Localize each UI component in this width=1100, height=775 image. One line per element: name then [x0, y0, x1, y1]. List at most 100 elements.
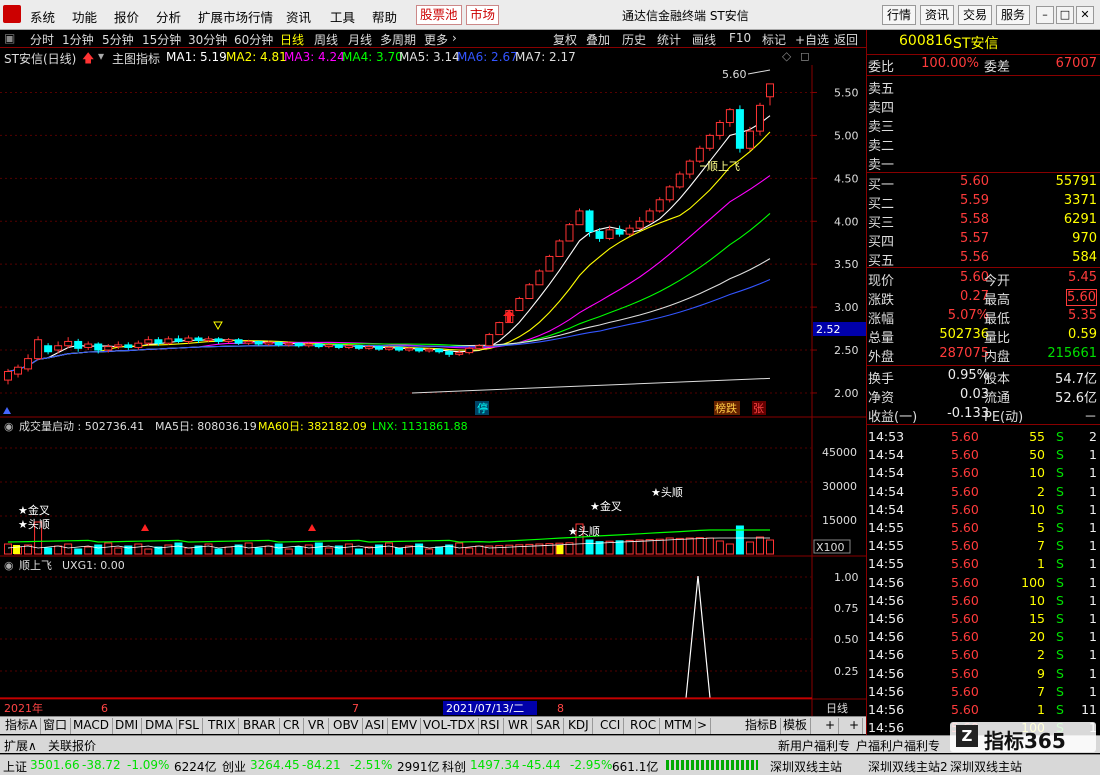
stat2-row: 净资 0.03 流通 52.6亿: [867, 386, 1100, 406]
tool-f10[interactable]: F10: [729, 31, 751, 45]
tool-overlay[interactable]: 叠加: [586, 31, 610, 48]
news-tab-button[interactable]: 资讯: [920, 5, 955, 25]
period-weekly[interactable]: 周线: [314, 31, 338, 48]
tab-rsi[interactable]: RSI: [477, 718, 504, 734]
tab-vol-tdx[interactable]: VOL-TDX: [420, 718, 479, 734]
tab-asi[interactable]: ASI: [362, 718, 389, 734]
tool-back[interactable]: 返回: [834, 31, 858, 48]
tab-sar[interactable]: SAR: [533, 718, 565, 734]
tab-obv[interactable]: OBV: [330, 718, 363, 734]
maximize-icon[interactable]: □: [1056, 6, 1074, 24]
tab-wr[interactable]: WR: [505, 718, 533, 734]
market-button[interactable]: 市场: [466, 5, 500, 25]
weibi-label: 委比: [868, 60, 895, 75]
tick-price: 5.60: [951, 611, 979, 626]
candle-body: [385, 346, 393, 350]
volume-bar: [745, 541, 754, 555]
tab-indicator-a[interactable]: 指标A: [2, 718, 42, 734]
tab-brar[interactable]: BRAR: [240, 718, 280, 734]
buy-row-2[interactable]: 买二 5.59 3371: [867, 192, 1100, 212]
tab-template[interactable]: 模板: [780, 718, 812, 734]
menu-item-help[interactable]: 帮助: [372, 7, 397, 26]
buy-row-1[interactable]: 买一 5.60 55791: [867, 173, 1100, 193]
tab-macd[interactable]: MACD: [70, 718, 113, 734]
tab-roc[interactable]: ROC: [627, 718, 661, 734]
tab-dmi[interactable]: DMI: [112, 718, 143, 734]
server-2[interactable]: 深圳双线主站2: [868, 758, 948, 775]
service-tab-button[interactable]: 服务: [996, 5, 1031, 25]
tab-add-2[interactable]: +: [846, 718, 864, 734]
quote-tab-button[interactable]: 行情: [882, 5, 917, 25]
buy-row-5[interactable]: 买五 5.56 584: [867, 249, 1100, 269]
menu-item-news[interactable]: 资讯: [286, 7, 311, 26]
sell-row-3[interactable]: 卖三: [867, 115, 1100, 135]
tab-kdj[interactable]: KDJ: [565, 718, 593, 734]
tool-draw[interactable]: 画线: [692, 31, 716, 48]
extension-toggle[interactable]: 扩展∧: [4, 737, 37, 754]
tab-vr[interactable]: VR: [305, 718, 329, 734]
tab-more-chevron[interactable]: >: [694, 718, 712, 734]
period-monthly[interactable]: 月线: [348, 31, 372, 48]
tab-indicator-b[interactable]: 指标B: [742, 718, 782, 734]
tab-mtm[interactable]: MTM: [661, 718, 697, 734]
period-1min[interactable]: 1分钟: [62, 31, 94, 48]
related-quote-tab[interactable]: 关联报价: [48, 737, 96, 754]
menu-item-quote[interactable]: 报价: [114, 7, 139, 26]
minimize-icon[interactable]: –: [1036, 6, 1054, 24]
tab-add-1[interactable]: +: [822, 718, 840, 734]
volume-bar: [254, 547, 263, 555]
menu-item-system[interactable]: 系统: [30, 7, 55, 26]
menu-item-function[interactable]: 功能: [72, 7, 97, 26]
promo-link-1[interactable]: 新用户福利专: [778, 737, 850, 754]
server-1[interactable]: 深圳双线主站: [770, 758, 842, 775]
tool-add-watchlist[interactable]: +自选: [795, 31, 829, 48]
sell-row-4[interactable]: 卖四: [867, 96, 1100, 116]
chart-panel[interactable]: 2.00 2.50 3.00 3.50 4.00 4.50 5.00 5.50 2.52 5.…: [0, 48, 866, 716]
menu-item-tools[interactable]: 工具: [330, 7, 355, 26]
period-5min[interactable]: 5分钟: [102, 31, 134, 48]
server-3[interactable]: 深圳双线主站: [950, 758, 1022, 775]
period-15min[interactable]: 15分钟: [142, 31, 181, 48]
volume-close-icon[interactable]: ◉: [4, 420, 14, 433]
sell-row-5[interactable]: 卖五: [867, 77, 1100, 97]
period-multi[interactable]: 多周期: [380, 31, 416, 48]
trade-tab-button[interactable]: 交易: [958, 5, 993, 25]
period-fenshi[interactable]: 分时: [30, 31, 54, 48]
tab-cci[interactable]: CCI: [597, 718, 625, 734]
tool-fuquan[interactable]: 复权: [553, 31, 577, 48]
period-30min[interactable]: 30分钟: [188, 31, 227, 48]
menu-item-analysis[interactable]: 分析: [156, 7, 181, 26]
candle-body: [4, 370, 12, 381]
promo-link-2[interactable]: 户福利户福利专: [856, 737, 940, 754]
ma-line-5: [7, 115, 771, 373]
tool-history[interactable]: 历史: [622, 31, 646, 48]
toolbar-menu-icon[interactable]: ▣: [4, 31, 15, 45]
candle-body: [84, 343, 93, 348]
tab-window[interactable]: 窗口: [40, 718, 72, 734]
sell-row-2[interactable]: 卖二: [867, 134, 1100, 154]
tab-cr[interactable]: CR: [280, 718, 304, 734]
sh-index-label[interactable]: 上证: [3, 758, 27, 775]
tab-fsl[interactable]: FSL: [175, 718, 203, 734]
tick-price: 5.60: [951, 665, 979, 681]
tool-stats[interactable]: 统计: [657, 31, 681, 48]
tool-mark[interactable]: 标记: [762, 31, 786, 48]
tab-dma[interactable]: DMA: [142, 718, 177, 734]
sell-row-1[interactable]: 卖一: [867, 153, 1100, 173]
close-icon[interactable]: ✕: [1076, 6, 1094, 24]
more-chevron-icon[interactable]: ›: [452, 31, 457, 45]
cy-index-label[interactable]: 创业: [222, 758, 246, 775]
buy-row-4[interactable]: 买四 5.57 970: [867, 230, 1100, 250]
stock-pool-button[interactable]: 股票池: [416, 5, 462, 25]
candle-body: [515, 298, 524, 312]
menu-item-ext-market[interactable]: 扩展市场行情: [198, 7, 273, 26]
kc-index-label[interactable]: 科创: [442, 758, 466, 775]
period-60min[interactable]: 60分钟: [234, 31, 273, 48]
buy-row-3[interactable]: 买三 5.58 6291: [867, 211, 1100, 231]
tick-row: 14:54 5.60 50 S 1: [867, 446, 1100, 464]
tab-emv[interactable]: EMV: [388, 718, 422, 734]
period-more[interactable]: 更多: [424, 31, 448, 48]
period-daily[interactable]: 日线: [280, 31, 304, 48]
tab-trix[interactable]: TRIX: [205, 718, 240, 734]
sub-close-icon[interactable]: ◉: [4, 559, 14, 572]
